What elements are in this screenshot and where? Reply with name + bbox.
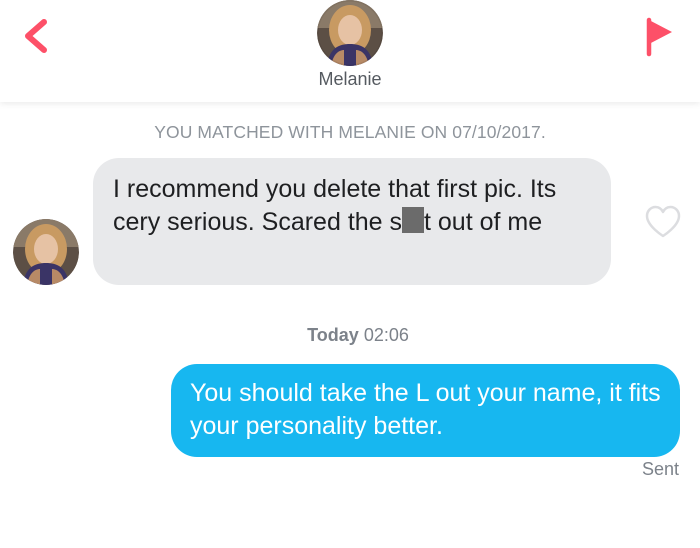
chevron-left-icon (25, 19, 47, 53)
incoming-message-text-end: t out of me (424, 208, 543, 236)
message-sender-avatar[interactable] (13, 219, 79, 285)
sent-status: Sent (641, 459, 679, 479)
match-notice: YOU MATCHED WITH MELANIE ON 07/10/2017. (154, 122, 546, 142)
message-timestamp: Today 02:06 (0, 325, 700, 346)
flag-icon (646, 17, 672, 57)
report-button[interactable] (636, 14, 680, 58)
incoming-message-bubble[interactable]: I recommend you delete that first pic. I… (93, 158, 611, 285)
like-message-button[interactable] (644, 204, 682, 240)
chat-header: Melanie (0, 0, 700, 102)
chat-screen: Melanie YOU MATCHED WITH MELANIE ON 07/1… (0, 0, 700, 548)
contact-avatar[interactable] (317, 0, 383, 66)
timestamp-time: 02:06 (363, 325, 409, 345)
timestamp-day: Today (307, 325, 359, 345)
outgoing-message-bubble[interactable]: You should take the L out your name, it … (171, 364, 680, 457)
censor-block (402, 207, 425, 233)
back-button[interactable] (14, 14, 58, 58)
outgoing-message-text: You should take the L out your name, it … (190, 379, 661, 440)
heart-outline-icon (645, 205, 681, 238)
contact-name: Melanie (318, 69, 382, 89)
